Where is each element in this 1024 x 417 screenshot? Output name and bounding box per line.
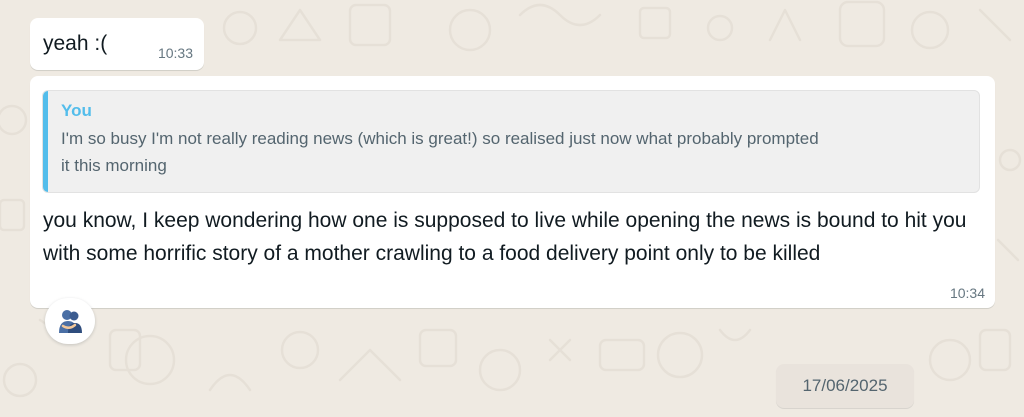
people-hugging-icon (59, 310, 82, 333)
message-bubble-incoming[interactable]: yeah :( 10:33 (30, 18, 204, 70)
date-separator: 17/06/2025 (776, 364, 914, 408)
message-timestamp: 10:34 (949, 285, 985, 301)
quote-accent-bar (43, 91, 48, 192)
message-bubble-incoming-reply[interactable]: You I'm so busy I'm not really reading n… (30, 76, 995, 308)
quoted-author: You (61, 101, 92, 120)
message-reaction[interactable] (45, 298, 95, 344)
message-timestamp: 10:33 (157, 45, 193, 61)
quoted-message[interactable]: You I'm so busy I'm not really reading n… (42, 90, 980, 193)
message-text: yeah :( (43, 32, 108, 55)
quoted-text: I'm so busy I'm not really reading news … (61, 129, 819, 175)
message-text: you know, I keep wondering how one is su… (43, 209, 967, 265)
